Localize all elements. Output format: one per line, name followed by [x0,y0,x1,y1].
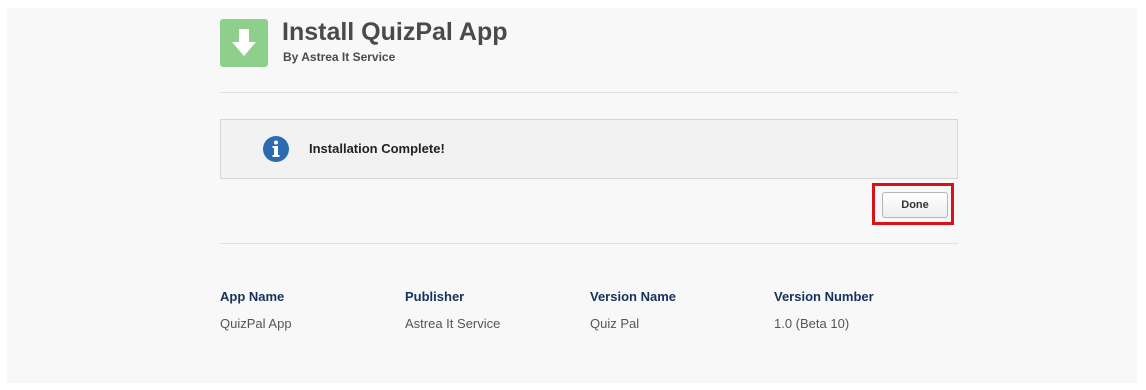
download-arrow-icon [220,19,268,67]
app-icon [220,19,268,67]
column-header: Publisher [405,289,500,307]
installation-notice: Installation Complete! [220,119,958,179]
column-value: Quiz Pal [590,316,676,331]
details-column-app-name: App Name QuizPal App [220,289,292,331]
divider [220,92,958,93]
done-button[interactable]: Done [882,192,948,218]
column-header: Version Number [774,289,874,307]
info-icon [262,135,290,163]
column-value: Astrea It Service [405,316,500,331]
page-background [7,8,1137,383]
column-value: 1.0 (Beta 10) [774,316,874,331]
publisher-subtitle: By Astrea It Service [283,50,395,64]
divider [220,243,958,244]
column-header: Version Name [590,289,676,307]
details-column-version-name: Version Name Quiz Pal [590,289,676,331]
column-value: QuizPal App [220,316,292,331]
column-header: App Name [220,289,292,307]
details-column-version-number: Version Number 1.0 (Beta 10) [774,289,874,331]
details-column-publisher: Publisher Astrea It Service [405,289,500,331]
page-title: Install QuizPal App [282,18,508,47]
notice-message: Installation Complete! [309,141,445,156]
